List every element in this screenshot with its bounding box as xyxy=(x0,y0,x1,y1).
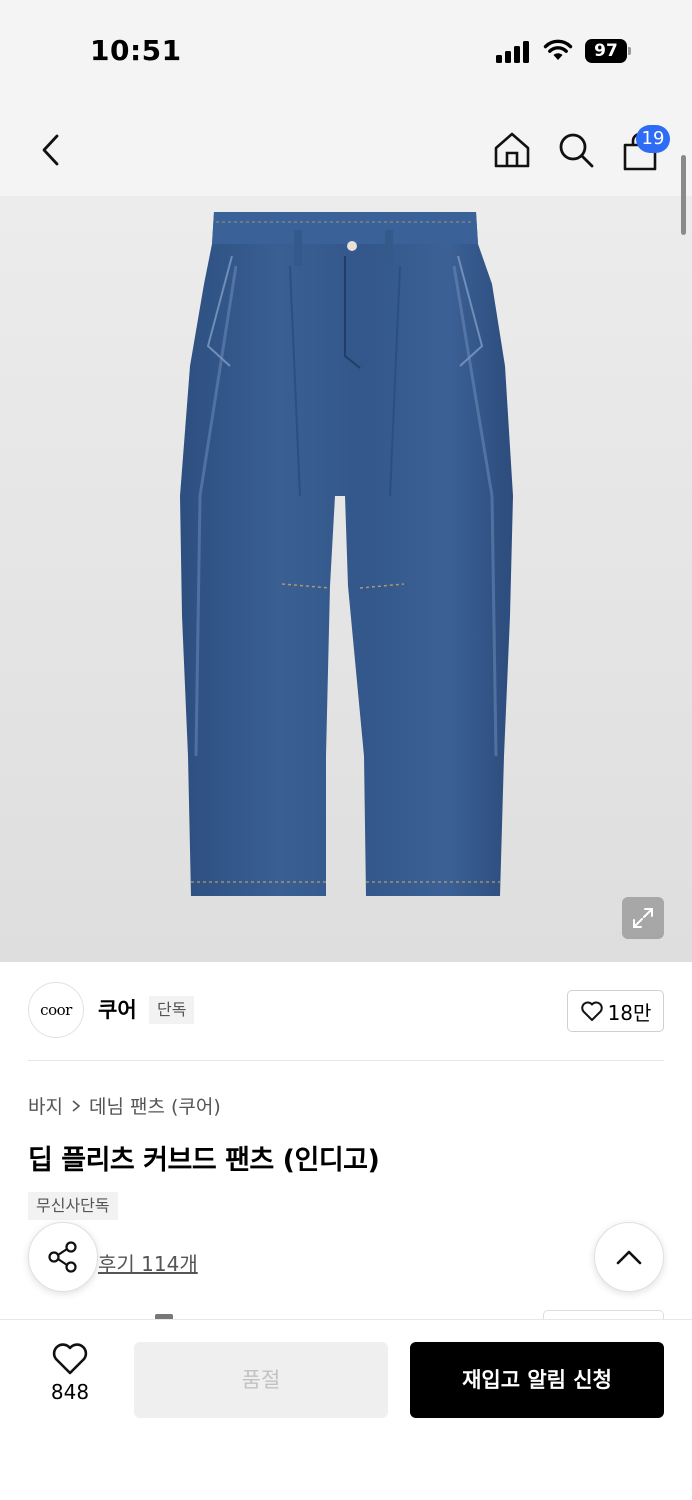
status-bar: 10:51 97 xyxy=(0,0,692,100)
share-button[interactable] xyxy=(28,1222,98,1292)
scrollbar[interactable] xyxy=(681,155,686,235)
brand-exclusive-badge: 단독 xyxy=(149,996,195,1024)
battery-level: 97 xyxy=(585,39,627,63)
brand-name[interactable]: 쿠어 xyxy=(98,994,137,1024)
cart-count-badge: 19 xyxy=(636,125,670,153)
expand-icon xyxy=(633,908,653,928)
battery-indicator: 97 xyxy=(585,39,631,63)
chevron-left-icon xyxy=(42,134,59,166)
product-title: 딥 플리츠 커브드 팬츠 (인디고) xyxy=(28,1145,380,1176)
wishlist-count: 848 xyxy=(50,1380,90,1404)
search-icon xyxy=(559,133,594,168)
share-icon xyxy=(48,1241,77,1273)
breadcrumb-subcategory[interactable]: 데님 팬츠 (쿠어) xyxy=(89,1092,221,1119)
brand-row: coor 쿠어 단독 18만 xyxy=(28,982,664,1040)
breadcrumb-category[interactable]: 바지 xyxy=(28,1092,63,1119)
scroll-top-button[interactable] xyxy=(594,1222,664,1292)
restock-alert-button[interactable]: 재입고 알림 신청 xyxy=(410,1342,664,1418)
chevron-right-icon xyxy=(72,1099,81,1112)
cellular-signal-icon xyxy=(496,41,529,63)
home-button[interactable] xyxy=(488,126,536,174)
brand-logo[interactable]: coor xyxy=(28,982,84,1038)
wishlist-button[interactable]: 848 xyxy=(40,1342,100,1418)
brand-like-count: 18만 xyxy=(607,1000,652,1025)
brand-like-button[interactable]: 18만 xyxy=(567,990,664,1032)
reviews-link[interactable]: 후기 114개 xyxy=(98,1248,198,1277)
status-time: 10:51 xyxy=(90,34,182,67)
heart-icon xyxy=(52,1343,88,1375)
denim-pants-image xyxy=(180,212,513,896)
chevron-up-icon xyxy=(616,1250,642,1265)
home-icon xyxy=(494,132,530,168)
search-button[interactable] xyxy=(552,126,600,174)
breadcrumb: 바지 데님 팬츠 (쿠어) xyxy=(28,1092,221,1119)
exclusive-badge: 무신사단독 xyxy=(28,1192,118,1220)
wifi-icon xyxy=(543,39,573,60)
divider xyxy=(28,1060,664,1061)
product-image[interactable] xyxy=(0,196,692,962)
heart-icon xyxy=(580,1001,603,1021)
soldout-button[interactable]: 품절 xyxy=(134,1342,388,1418)
fullscreen-button[interactable] xyxy=(622,897,664,939)
back-button[interactable] xyxy=(26,126,74,174)
